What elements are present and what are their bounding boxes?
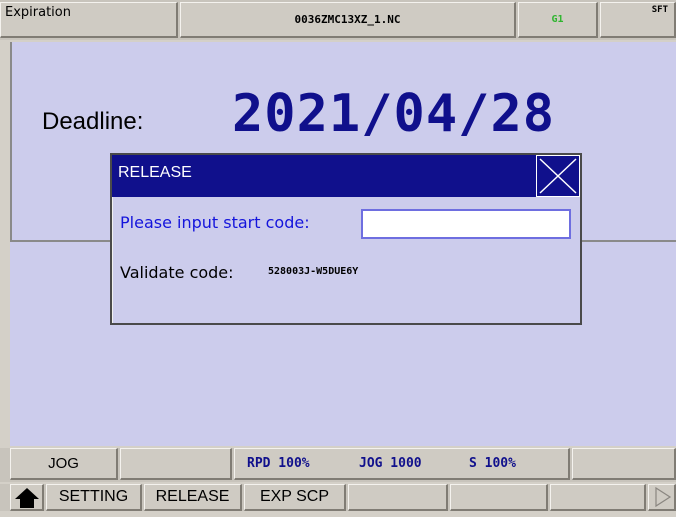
- mode-indicator: JOG: [10, 448, 118, 480]
- spindle-override: S 100%: [469, 456, 516, 471]
- status-bar: JOG RPD 100% JOG 1000 S 100%: [0, 448, 676, 482]
- softkey-empty-5[interactable]: [450, 484, 548, 511]
- softkey-exp-scp[interactable]: EXP SCP: [244, 484, 346, 511]
- start-code-input[interactable]: [361, 209, 571, 239]
- rapid-override: RPD 100%: [247, 456, 310, 471]
- validate-code-label: Validate code:: [120, 263, 234, 282]
- next-softkey[interactable]: [648, 484, 676, 511]
- release-dialog: RELEASE Please input start code: Validat…: [110, 153, 582, 325]
- start-code-label: Please input start code:: [120, 213, 310, 232]
- top-bar: Expiration 0036ZMC13XZ_1.NC G1 SFT: [0, 0, 676, 40]
- feed-status: RPD 100% JOG 1000 S 100%: [234, 448, 570, 480]
- home-softkey[interactable]: [10, 484, 44, 511]
- dialog-title: RELEASE: [118, 164, 192, 181]
- deadline-value: 2021/04/28: [232, 84, 556, 144]
- status-blank-right: [572, 448, 676, 480]
- softkey-setting[interactable]: SETTING: [46, 484, 142, 511]
- status-blank: [120, 448, 232, 480]
- home-up-icon: [14, 488, 39, 508]
- dialog-header: RELEASE: [112, 155, 580, 197]
- jog-rate: JOG 1000: [359, 456, 422, 471]
- softkey-empty-4[interactable]: [348, 484, 448, 511]
- status-indicator: G1: [518, 2, 598, 38]
- next-arrow-icon: [654, 486, 671, 508]
- sft-indicator: SFT: [600, 2, 676, 38]
- screen-title: Expiration: [0, 2, 178, 38]
- softkey-release[interactable]: RELEASE: [144, 484, 242, 511]
- validate-code-value: 528003J-W5DUE6Y: [268, 266, 359, 277]
- close-button[interactable]: [536, 155, 580, 197]
- program-filename: 0036ZMC13XZ_1.NC: [180, 2, 516, 38]
- deadline-label: Deadline:: [42, 108, 144, 135]
- softkey-empty-6[interactable]: [550, 484, 646, 511]
- softkey-bar: SETTING RELEASE EXP SCP: [0, 484, 676, 511]
- close-icon: [539, 158, 577, 194]
